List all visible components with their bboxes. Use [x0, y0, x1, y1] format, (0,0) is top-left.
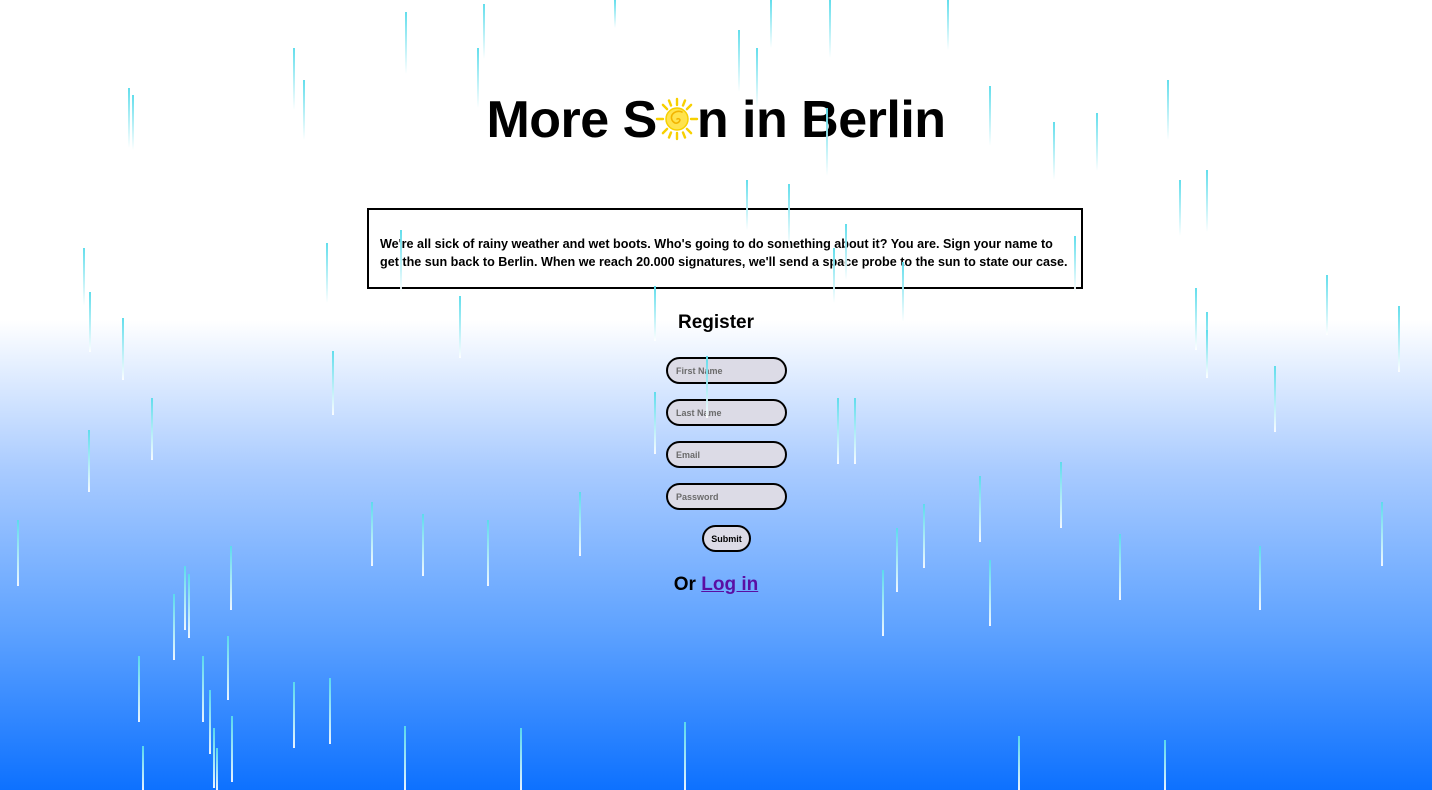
page-title: More S n in Berlin	[0, 90, 1432, 150]
raindrop	[654, 392, 656, 454]
raindrop	[1164, 740, 1166, 790]
title-suffix: n in Berlin	[696, 91, 946, 149]
raindrop	[422, 514, 424, 576]
raindrop	[1206, 330, 1208, 378]
raindrop	[202, 656, 204, 722]
raindrop	[979, 476, 981, 542]
sun-icon	[655, 97, 699, 141]
raindrop	[770, 0, 772, 48]
raindrop	[405, 12, 407, 74]
raindrop	[138, 656, 140, 722]
raindrop	[1060, 462, 1062, 528]
raindrop	[332, 351, 334, 415]
raindrop	[1206, 170, 1208, 232]
raindrop	[1018, 736, 1020, 790]
raindrop	[371, 502, 373, 566]
submit-button[interactable]: Submit	[702, 525, 751, 552]
raindrop	[684, 722, 686, 790]
raindrop	[329, 678, 331, 744]
raindrop	[151, 398, 153, 460]
intro-box: We're all sick of rainy weather and wet …	[367, 208, 1083, 289]
raindrop	[83, 248, 85, 306]
raindrop	[947, 0, 949, 50]
raindrop	[404, 726, 406, 790]
email-field[interactable]	[666, 441, 787, 468]
register-heading: Register	[677, 312, 755, 333]
raindrop	[227, 636, 229, 700]
raindrop	[520, 728, 522, 790]
raindrop	[293, 682, 295, 748]
raindrop	[209, 690, 211, 754]
raindrop	[213, 728, 215, 788]
raindrop	[738, 30, 740, 92]
raindrop	[829, 0, 831, 58]
raindrop	[579, 492, 581, 556]
raindrop	[173, 594, 175, 660]
raindrop	[88, 430, 90, 492]
raindrop	[326, 243, 328, 303]
last-name-field[interactable]	[666, 399, 787, 426]
raindrop	[231, 716, 233, 782]
login-line: Or Log in	[0, 574, 1432, 596]
raindrop	[142, 746, 144, 790]
first-name-field[interactable]	[666, 357, 787, 384]
raindrop	[1381, 502, 1383, 566]
raindrop	[614, 0, 616, 28]
intro-text: We're all sick of rainy weather and wet …	[380, 237, 1068, 269]
password-field[interactable]	[666, 483, 787, 510]
title-prefix: More S	[486, 91, 657, 149]
login-prefix: Or	[673, 574, 696, 595]
raindrop	[854, 398, 856, 464]
raindrop	[923, 504, 925, 568]
raindrop	[1274, 366, 1276, 432]
raindrop	[837, 398, 839, 464]
raindrop	[483, 4, 485, 59]
raindrop	[216, 748, 218, 790]
raindrop	[1179, 180, 1181, 236]
login-link[interactable]: Log in	[701, 574, 758, 595]
